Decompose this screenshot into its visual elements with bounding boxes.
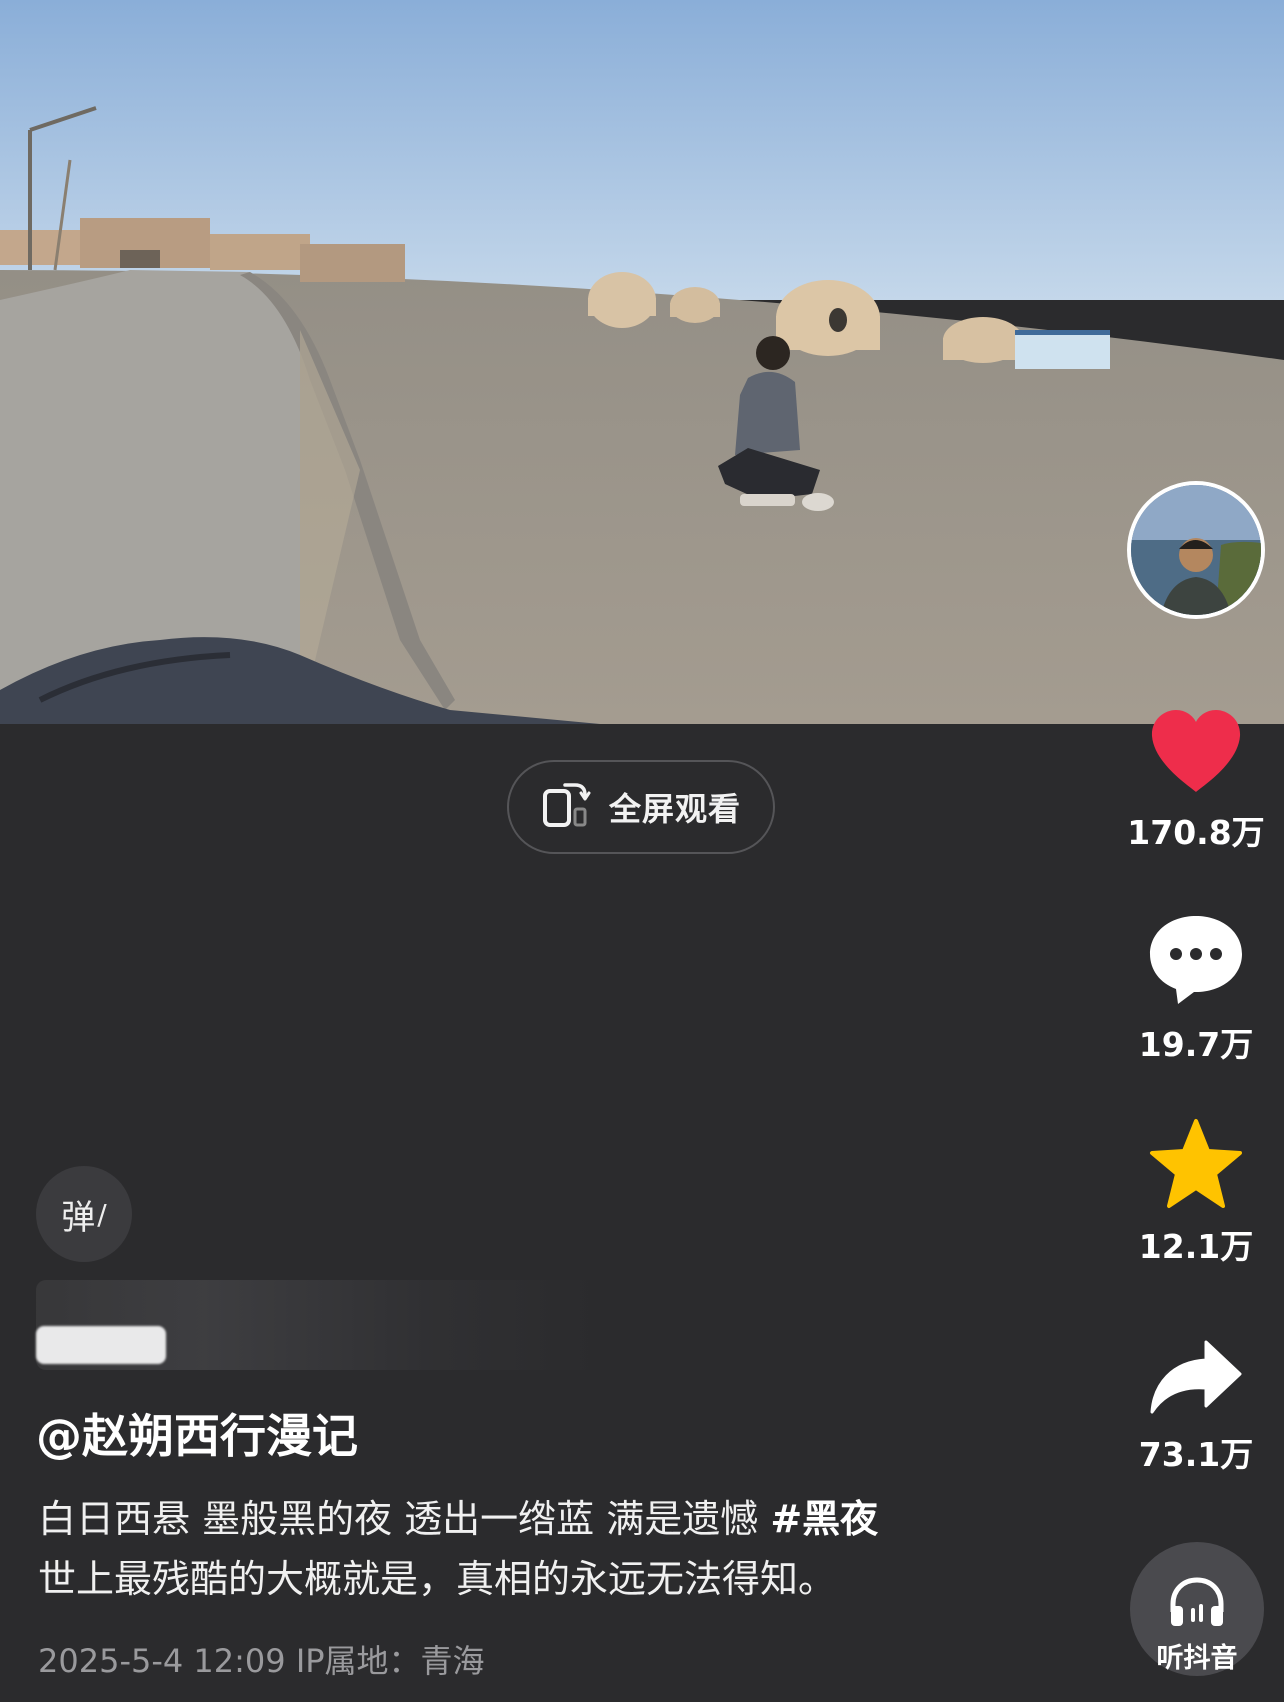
video-frame [0, 0, 1284, 724]
blurred-chip [36, 1326, 166, 1364]
share-count: 73.1万 [1138, 1435, 1254, 1474]
heart-icon [1148, 710, 1244, 800]
like-button[interactable]: 170.8万 [1116, 708, 1276, 854]
comment-button[interactable]: 19.7万 [1116, 912, 1276, 1066]
post-description: 白日西悬 墨般黑的夜 透出一绺蓝 满是遗憾 #黑夜 世上最残酷的大概就是，真相的… [38, 1489, 1038, 1609]
share-button[interactable]: 73.1万 [1116, 1338, 1276, 1476]
listen-button[interactable]: 听抖音 [1130, 1542, 1264, 1676]
author-name-link[interactable]: @赵朔西行漫记 [36, 1400, 358, 1466]
comment-count: 19.7万 [1138, 1025, 1254, 1064]
author-avatar[interactable] [1127, 481, 1265, 619]
comment-bubble-icon [1146, 916, 1246, 1012]
description-line-1: 白日西悬 墨般黑的夜 透出一绺蓝 满是遗憾 #黑夜 [38, 1489, 1038, 1549]
favorite-count: 12.1万 [1138, 1227, 1254, 1266]
description-text: 白日西悬 墨般黑的夜 透出一绺蓝 满是遗憾 [38, 1497, 771, 1541]
hashtag-link[interactable]: #黑夜 [770, 1497, 878, 1541]
fullscreen-label: 全屏观看 [608, 790, 741, 828]
danmaku-label: 弹 [61, 1197, 96, 1238]
listen-label: 听抖音 [1156, 1643, 1238, 1674]
video-player[interactable] [0, 0, 1284, 724]
slash-mark: / [97, 1197, 107, 1231]
blurred-overlay [36, 1280, 596, 1370]
like-count: 170.8万 [1127, 813, 1265, 852]
rotate-phone-icon [541, 781, 593, 833]
fullscreen-button[interactable]: 全屏观看 [507, 760, 775, 854]
avatar-image [1131, 485, 1261, 615]
description-line-2: 世上最残酷的大概就是，真相的永远无法得知。 [38, 1557, 837, 1601]
headphones-icon [1167, 1574, 1227, 1634]
post-meta: 2025-5-4 12:09 IP属地：青海 [38, 1642, 485, 1680]
star-icon [1148, 1119, 1244, 1214]
danmaku-toggle-button[interactable]: 弹 / [36, 1166, 132, 1262]
favorite-button[interactable]: 12.1万 [1116, 1118, 1276, 1268]
share-arrow-icon [1148, 1340, 1244, 1422]
